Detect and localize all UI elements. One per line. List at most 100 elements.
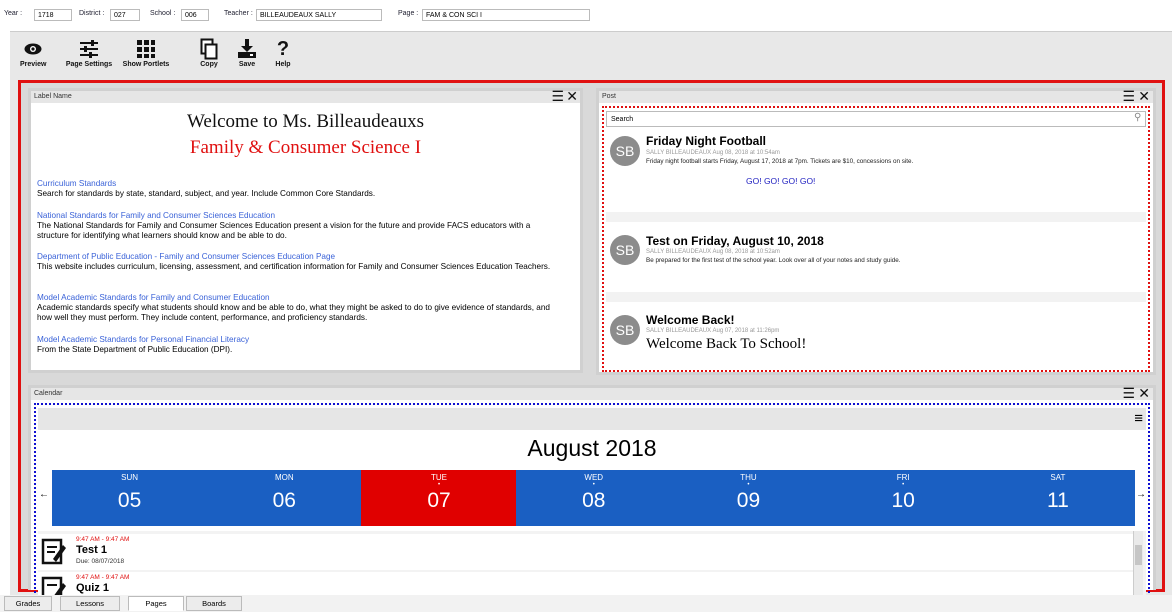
calendar-portlet: Calendar ☰ ✕ ≡ August 2018 ← → SUN 05 MON 0… bbox=[28, 385, 1156, 595]
copy-icon bbox=[196, 37, 222, 61]
resource-link[interactable]: Model Academic Standards for Family and … bbox=[37, 293, 557, 303]
post-extra: GO! GO! GO! GO! bbox=[746, 176, 816, 186]
resource-link[interactable]: Department of Public Education - Family … bbox=[37, 252, 557, 262]
post-portlet: Post ☰ ✕ Search ⚲ SB Friday Night Footba… bbox=[596, 88, 1156, 375]
copy-label: Copy bbox=[200, 61, 218, 68]
district-field[interactable]: 027 bbox=[110, 9, 140, 21]
page-settings-label: Page Settings bbox=[65, 61, 113, 68]
page-field[interactable]: FAM & CON SCI I bbox=[422, 9, 590, 21]
post-separator bbox=[606, 292, 1146, 302]
avatar: SB bbox=[610, 136, 640, 166]
page-label: Page : bbox=[398, 10, 419, 17]
event-item[interactable]: 9:47 AM - 9:47 AM Quiz 1 bbox=[38, 572, 1138, 595]
resource-link[interactable]: Model Academic Standards for Personal Fi… bbox=[37, 335, 557, 345]
bottom-tabs: Grades Lessons Pages Boards bbox=[0, 595, 1172, 612]
show-portlets-label: Show Portlets bbox=[122, 61, 170, 68]
day-date: 05 bbox=[117, 489, 142, 512]
district-label: District : bbox=[79, 10, 105, 17]
search-icon[interactable]: ⚲ bbox=[1134, 112, 1141, 123]
link-item: Department of Public Education - Family … bbox=[37, 252, 557, 272]
calendar-day[interactable]: FRI • 10 bbox=[825, 470, 981, 526]
post-title[interactable]: Welcome Back! bbox=[646, 313, 734, 327]
close-icon[interactable]: ✕ bbox=[1138, 386, 1150, 400]
calendar-portlet-title: Calendar bbox=[34, 390, 63, 397]
welcome-subheading: Family & Consumer Science I bbox=[189, 137, 422, 158]
event-item[interactable]: 9:47 AM - 9:47 AM Test 1 Due: 08/07/2018 bbox=[38, 534, 1138, 570]
post-search-input[interactable]: Search bbox=[606, 111, 1146, 127]
scrollbar-thumb[interactable] bbox=[1135, 545, 1142, 565]
tab-pages[interactable]: Pages bbox=[128, 596, 184, 611]
event-dot: • bbox=[437, 482, 441, 488]
settings-icon[interactable]: ☰ bbox=[551, 89, 564, 103]
event-dot bbox=[52, 482, 207, 489]
menu-icon[interactable]: ≡ bbox=[1134, 410, 1143, 427]
day-date: 06 bbox=[272, 489, 296, 512]
tab-boards[interactable]: Boards bbox=[186, 596, 242, 611]
event-scrollbar[interactable] bbox=[1133, 531, 1143, 595]
resource-desc: Search for standards by state, standard,… bbox=[37, 189, 376, 198]
copy-button[interactable]: Copy bbox=[196, 37, 222, 68]
help-button[interactable]: ? Help bbox=[272, 37, 294, 69]
label-portlet: Label Name ☰ ✕ Welcome to Ms. Billeaudea… bbox=[28, 88, 583, 373]
settings-icon[interactable]: ☰ bbox=[1122, 386, 1135, 400]
show-portlets-button[interactable]: Show Portlets bbox=[118, 37, 174, 68]
day-date: 07 bbox=[427, 489, 451, 512]
event-dot bbox=[980, 482, 1135, 489]
calendar-day[interactable]: SAT 11 bbox=[980, 470, 1136, 526]
next-week-arrow[interactable]: → bbox=[1136, 489, 1146, 500]
calendar-day[interactable]: TUE • 07 bbox=[361, 470, 517, 526]
grid-icon bbox=[118, 37, 174, 61]
calendar-portlet-header: Calendar ☰ ✕ bbox=[31, 386, 1153, 400]
avatar: SB bbox=[610, 315, 640, 345]
event-dot: • bbox=[592, 482, 595, 488]
event-name: Test 1 bbox=[76, 544, 107, 556]
school-field[interactable]: 006 bbox=[181, 9, 209, 21]
close-icon[interactable]: ✕ bbox=[1138, 89, 1150, 103]
tab-lessons[interactable]: Lessons bbox=[60, 596, 120, 611]
event-dot: • bbox=[747, 482, 750, 488]
day-date: 08 bbox=[582, 489, 606, 512]
save-button[interactable]: Save bbox=[234, 37, 260, 68]
eye-icon bbox=[20, 37, 46, 61]
post-portlet-header: Post ☰ ✕ bbox=[599, 89, 1153, 103]
download-icon bbox=[234, 37, 260, 61]
post-meta: SALLY BILLEAUDEAUX Aug 08, 2018 at 10:52… bbox=[646, 249, 780, 255]
page-settings-button[interactable]: Page Settings bbox=[65, 37, 113, 68]
calendar-toolbar: ≡ bbox=[38, 408, 1146, 430]
resource-desc: The National Standards for Family and Co… bbox=[37, 221, 531, 240]
year-field[interactable]: 1718 bbox=[34, 9, 72, 21]
tab-grades[interactable]: Grades bbox=[4, 596, 52, 611]
calendar-day[interactable]: THU • 09 bbox=[670, 470, 827, 526]
resource-link[interactable]: Curriculum Standards bbox=[37, 179, 557, 189]
post-drop-zone: Search ⚲ SB Friday Night Football SALLY … bbox=[602, 106, 1150, 372]
calendar-day[interactable]: MON 06 bbox=[206, 470, 362, 526]
label-portlet-title: Label Name bbox=[34, 93, 72, 100]
day-name: WED bbox=[584, 473, 604, 482]
post-item: SB Friday Night Football SALLY BILLEAUDE… bbox=[606, 130, 1146, 212]
calendar-day[interactable]: WED • 08 bbox=[516, 470, 672, 526]
resource-link[interactable]: National Standards for Family and Consum… bbox=[37, 211, 557, 221]
day-name: SAT bbox=[1050, 473, 1066, 482]
preview-button[interactable]: Preview bbox=[20, 37, 46, 68]
post-body: Friday night football starts Friday, Aug… bbox=[646, 158, 914, 165]
close-icon[interactable]: ✕ bbox=[566, 89, 578, 103]
event-due: Due: 08/07/2018 bbox=[76, 558, 125, 565]
post-title[interactable]: Test on Friday, August 10, 2018 bbox=[646, 234, 824, 248]
avatar: SB bbox=[610, 235, 640, 265]
school-label: School : bbox=[150, 10, 176, 17]
teacher-field[interactable]: BILLEAUDEAUX SALLY bbox=[256, 9, 382, 21]
question-icon: ? bbox=[276, 37, 290, 60]
header-bar: Year : 1718 District : 027 School : 006 … bbox=[0, 0, 1172, 28]
resource-desc: This website includes curriculum, licens… bbox=[37, 262, 551, 271]
day-name: TUE bbox=[431, 473, 448, 482]
prev-week-arrow[interactable]: ← bbox=[39, 489, 49, 500]
post-title[interactable]: Friday Night Football bbox=[646, 134, 766, 148]
post-item: SB Welcome Back! SALLY BILLEAUDEAUX Aug … bbox=[606, 302, 1146, 370]
post-separator bbox=[606, 212, 1146, 222]
settings-icon[interactable]: ☰ bbox=[1122, 89, 1135, 103]
event-name: Quiz 1 bbox=[76, 582, 110, 594]
assignment-icon bbox=[41, 576, 66, 595]
day-date: 10 bbox=[891, 489, 915, 512]
assignment-icon bbox=[41, 538, 66, 565]
calendar-day[interactable]: SUN 05 bbox=[52, 470, 208, 526]
